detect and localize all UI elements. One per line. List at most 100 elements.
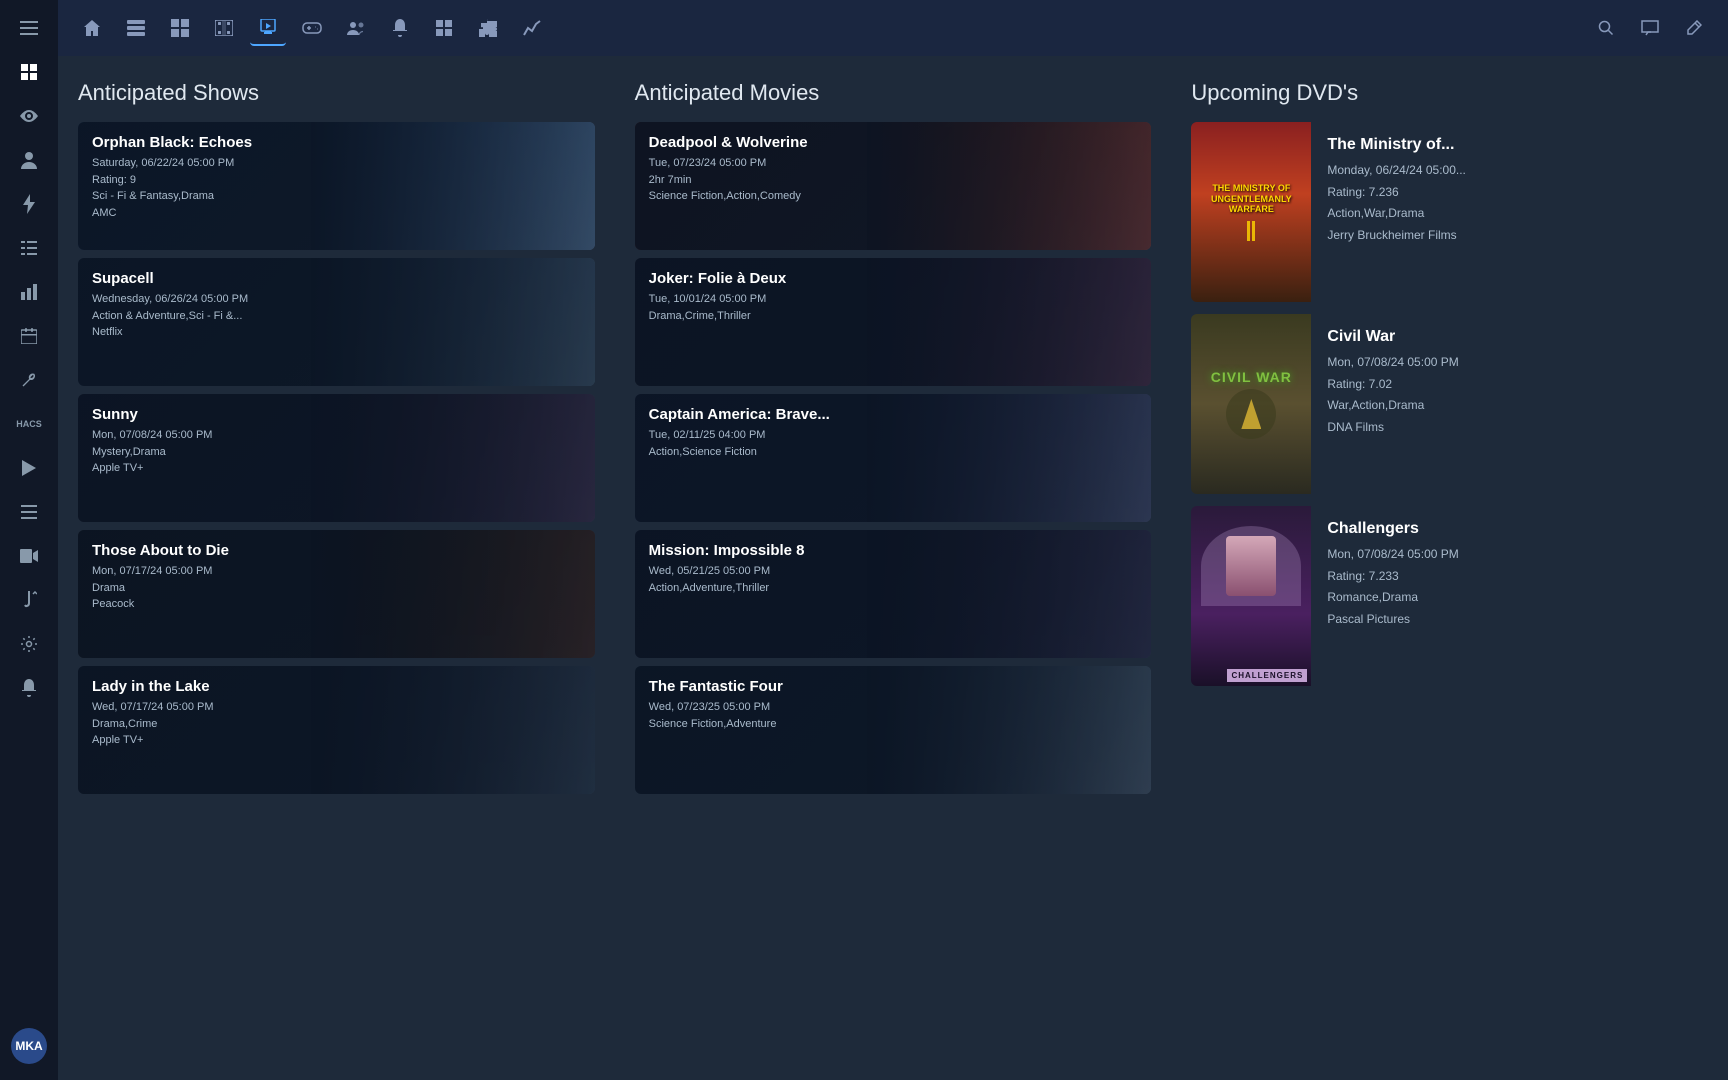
sidebar-calendar-icon[interactable] (9, 316, 49, 356)
dvd-title: Civil War (1327, 328, 1692, 346)
sidebar-dashboard-icon[interactable] (9, 52, 49, 92)
movie-genres: Action,Adventure,Thriller (649, 580, 1138, 597)
dvd-card-ministry[interactable]: THE MINISTRY OF UNGENTLEMANLY WARFARE Th… (1191, 122, 1708, 302)
sidebar-menu-icon[interactable] (9, 8, 49, 48)
movie-title: The Fantastic Four (649, 678, 1138, 695)
sidebar-bell-icon[interactable] (9, 668, 49, 708)
movie-title: Mission: Impossible 8 (649, 542, 1138, 559)
dvd-genres: Action,War,Drama (1327, 203, 1692, 225)
dvd-info-ministry: The Ministry of... Monday, 06/24/24 05:0… (1311, 122, 1708, 260)
dvd-poster-challengers: CHALLENGERS (1191, 506, 1311, 686)
movie-date: Wed, 07/23/25 05:00 PM (649, 699, 1138, 716)
message-button[interactable] (1632, 10, 1668, 46)
sidebar-play-icon[interactable] (9, 448, 49, 488)
show-card-those-about-to-die[interactable]: Those About to Die Mon, 07/17/24 05:00 P… (78, 530, 595, 658)
dvd-date: Mon, 07/08/24 05:00 PM (1327, 544, 1692, 566)
movie-title: Deadpool & Wolverine (649, 134, 1138, 151)
sidebar: HACS MKA (0, 0, 58, 1080)
sidebar-list2-icon[interactable] (9, 492, 49, 532)
show-title: Sunny (92, 406, 581, 423)
show-title: Those About to Die (92, 542, 581, 559)
show-genres: Action & Adventure,Sci - Fi &... (92, 308, 581, 325)
topnav-right-icons (1588, 10, 1712, 46)
sidebar-person-icon[interactable] (9, 140, 49, 180)
show-date: Mon, 07/17/24 05:00 PM (92, 563, 581, 580)
sidebar-chart-icon[interactable] (9, 272, 49, 312)
show-network: Apple TV+ (92, 460, 581, 477)
dvd-genres: Romance,Drama (1327, 587, 1692, 609)
movie-info-captain: Captain America: Brave... Tue, 02/11/25 … (635, 394, 1152, 522)
show-card-lady-lake[interactable]: Lady in the Lake Wed, 07/17/24 05:00 PM … (78, 666, 595, 794)
nav-puzzle-icon[interactable] (470, 10, 506, 46)
movie-card-deadpool[interactable]: Deadpool & Wolverine Tue, 07/23/24 05:00… (635, 122, 1152, 250)
dvd-studio: Jerry Bruckheimer Films (1327, 225, 1692, 247)
anticipated-shows-title: Anticipated Shows (78, 80, 595, 106)
show-info-lady: Lady in the Lake Wed, 07/17/24 05:00 PM … (78, 666, 595, 794)
show-card-orphan-black[interactable]: Orphan Black: Echoes Saturday, 06/22/24 … (78, 122, 595, 250)
anticipated-movies-column: Anticipated Movies Deadpool & Wolverine … (615, 56, 1172, 1080)
show-date: Wed, 07/17/24 05:00 PM (92, 699, 581, 716)
dvd-info-civil-war: Civil War Mon, 07/08/24 05:00 PM Rating:… (1311, 314, 1708, 452)
nav-users-icon[interactable] (338, 10, 374, 46)
show-network: Apple TV+ (92, 732, 581, 749)
sidebar-lightning-icon[interactable] (9, 184, 49, 224)
show-info-supacell: Supacell Wednesday, 06/26/24 05:00 PM Ac… (78, 258, 595, 386)
sidebar-hacs-icon[interactable]: HACS (9, 404, 49, 444)
nav-chart-icon[interactable] (514, 10, 550, 46)
movie-card-fantastic-four[interactable]: The Fantastic Four Wed, 07/23/25 05:00 P… (635, 666, 1152, 794)
nav-home-icon[interactable] (74, 10, 110, 46)
edit-button[interactable] (1676, 10, 1712, 46)
show-genres: Drama (92, 580, 581, 597)
dvd-studio: DNA Films (1327, 417, 1692, 439)
search-button[interactable] (1588, 10, 1624, 46)
nav-film-icon[interactable] (206, 10, 242, 46)
sidebar-avatar[interactable]: MKA (11, 1028, 47, 1064)
top-navigation (58, 0, 1728, 56)
sidebar-settings-icon[interactable] (9, 624, 49, 664)
dvd-rating: Rating: 7.236 (1327, 182, 1692, 204)
show-rating: Rating: 9 (92, 172, 581, 189)
show-network: Peacock (92, 596, 581, 613)
movie-date: Wed, 05/21/25 05:00 PM (649, 563, 1138, 580)
movie-info-mission: Mission: Impossible 8 Wed, 05/21/25 05:0… (635, 530, 1152, 658)
content-area: Anticipated Shows Orphan Black: Echoes S… (58, 56, 1728, 1080)
anticipated-movies-title: Anticipated Movies (635, 80, 1152, 106)
dvd-rating: Rating: 7.233 (1327, 566, 1692, 588)
nav-gamepad-icon[interactable] (294, 10, 330, 46)
nav-bell-icon[interactable] (382, 10, 418, 46)
nav-windows-icon[interactable] (162, 10, 198, 46)
main-area: Anticipated Shows Orphan Black: Echoes S… (58, 0, 1728, 1080)
movie-title: Joker: Folie à Deux (649, 270, 1138, 287)
sidebar-hook-icon[interactable] (9, 580, 49, 620)
show-genres: Mystery,Drama (92, 444, 581, 461)
movie-card-mission-impossible[interactable]: Mission: Impossible 8 Wed, 05/21/25 05:0… (635, 530, 1152, 658)
sidebar-video-icon[interactable] (9, 536, 49, 576)
show-network: Netflix (92, 324, 581, 341)
movie-info-joker: Joker: Folie à Deux Tue, 10/01/24 05:00 … (635, 258, 1152, 386)
show-title: Orphan Black: Echoes (92, 134, 581, 151)
show-date: Saturday, 06/22/24 05:00 PM (92, 155, 581, 172)
dvd-card-challengers[interactable]: CHALLENGERS Challengers Mon, 07/08/24 05… (1191, 506, 1708, 686)
show-card-supacell[interactable]: Supacell Wednesday, 06/26/24 05:00 PM Ac… (78, 258, 595, 386)
movie-info-fantastic: The Fantastic Four Wed, 07/23/25 05:00 P… (635, 666, 1152, 794)
nav-streaming-icon[interactable] (250, 10, 286, 46)
dvd-date: Monday, 06/24/24 05:00... (1327, 160, 1692, 182)
movie-card-joker[interactable]: Joker: Folie à Deux Tue, 10/01/24 05:00 … (635, 258, 1152, 386)
sidebar-eye-icon[interactable] (9, 96, 49, 136)
nav-grid-icon[interactable] (426, 10, 462, 46)
nav-guide-icon[interactable] (118, 10, 154, 46)
sidebar-wrench-icon[interactable] (9, 360, 49, 400)
movie-card-captain-america[interactable]: Captain America: Brave... Tue, 02/11/25 … (635, 394, 1152, 522)
movie-info-deadpool: Deadpool & Wolverine Tue, 07/23/24 05:00… (635, 122, 1152, 250)
movie-genres: Science Fiction,Adventure (649, 716, 1138, 733)
upcoming-dvds-column: Upcoming DVD's THE MINISTRY OF UNGENTLEM… (1171, 56, 1728, 1080)
movie-genres: Science Fiction,Action,Comedy (649, 188, 1138, 205)
show-card-sunny[interactable]: Sunny Mon, 07/08/24 05:00 PM Mystery,Dra… (78, 394, 595, 522)
dvd-card-civil-war[interactable]: CIVIL WAR Civil War Mon, 07/08/24 05:00 … (1191, 314, 1708, 494)
movie-title: Captain America: Brave... (649, 406, 1138, 423)
show-title: Lady in the Lake (92, 678, 581, 695)
sidebar-list-icon[interactable] (9, 228, 49, 268)
dvd-rating: Rating: 7.02 (1327, 374, 1692, 396)
show-info-orphan-black: Orphan Black: Echoes Saturday, 06/22/24 … (78, 122, 595, 250)
show-date: Mon, 07/08/24 05:00 PM (92, 427, 581, 444)
